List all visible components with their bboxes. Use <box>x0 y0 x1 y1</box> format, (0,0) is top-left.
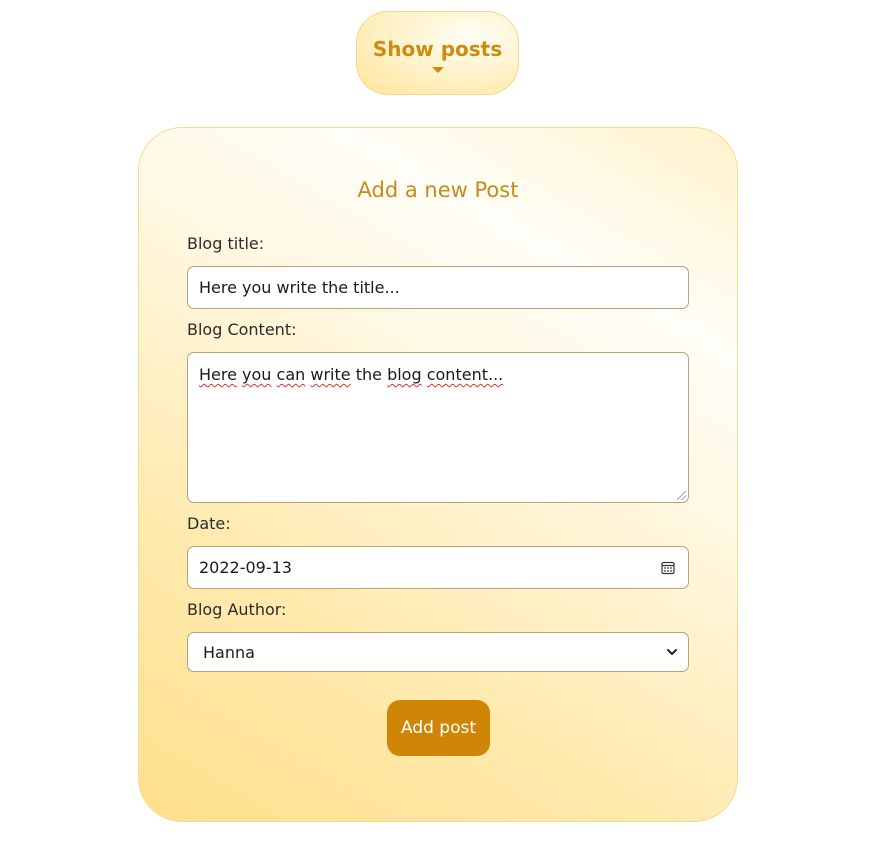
blog-author-select[interactable]: Hanna <box>187 632 689 672</box>
blog-title-value: Here you write the title... <box>199 278 400 297</box>
blog-content-label: Blog Content: <box>187 320 297 339</box>
date-input[interactable]: 2022-09-13 <box>187 546 689 589</box>
blog-content-text: Here you can write the blog content... <box>199 365 503 384</box>
form-title: Add a new Post <box>357 178 519 202</box>
content-word: the <box>355 365 382 384</box>
content-word: blog <box>387 365 422 384</box>
page: Show posts Add a new Post Blog title: He… <box>0 0 875 843</box>
resize-handle[interactable] <box>677 491 686 500</box>
content-word: you <box>242 365 272 384</box>
caret-down-icon <box>431 67 444 73</box>
content-word: can <box>276 365 306 384</box>
blog-title-input[interactable]: Here you write the title... <box>187 266 689 309</box>
show-posts-label: Show posts <box>372 37 503 61</box>
calendar-icon[interactable] <box>661 561 675 575</box>
chevron-down-icon <box>667 649 677 655</box>
blog-author-value: Hanna <box>203 642 255 662</box>
content-word: content... <box>426 365 504 384</box>
content-word: Here <box>199 365 237 384</box>
add-post-form: Add a new Post Blog title: Here you writ… <box>138 127 738 822</box>
content-word: write <box>310 365 351 384</box>
blog-content-textarea[interactable]: Here you can write the blog content... <box>187 352 689 503</box>
date-value: 2022-09-13 <box>199 558 292 577</box>
date-label: Date: <box>187 514 231 533</box>
blog-author-label: Blog Author: <box>187 600 287 619</box>
show-posts-toggle[interactable]: Show posts <box>356 11 519 95</box>
blog-title-label: Blog title: <box>187 234 265 253</box>
add-post-button[interactable]: Add post <box>387 700 490 756</box>
